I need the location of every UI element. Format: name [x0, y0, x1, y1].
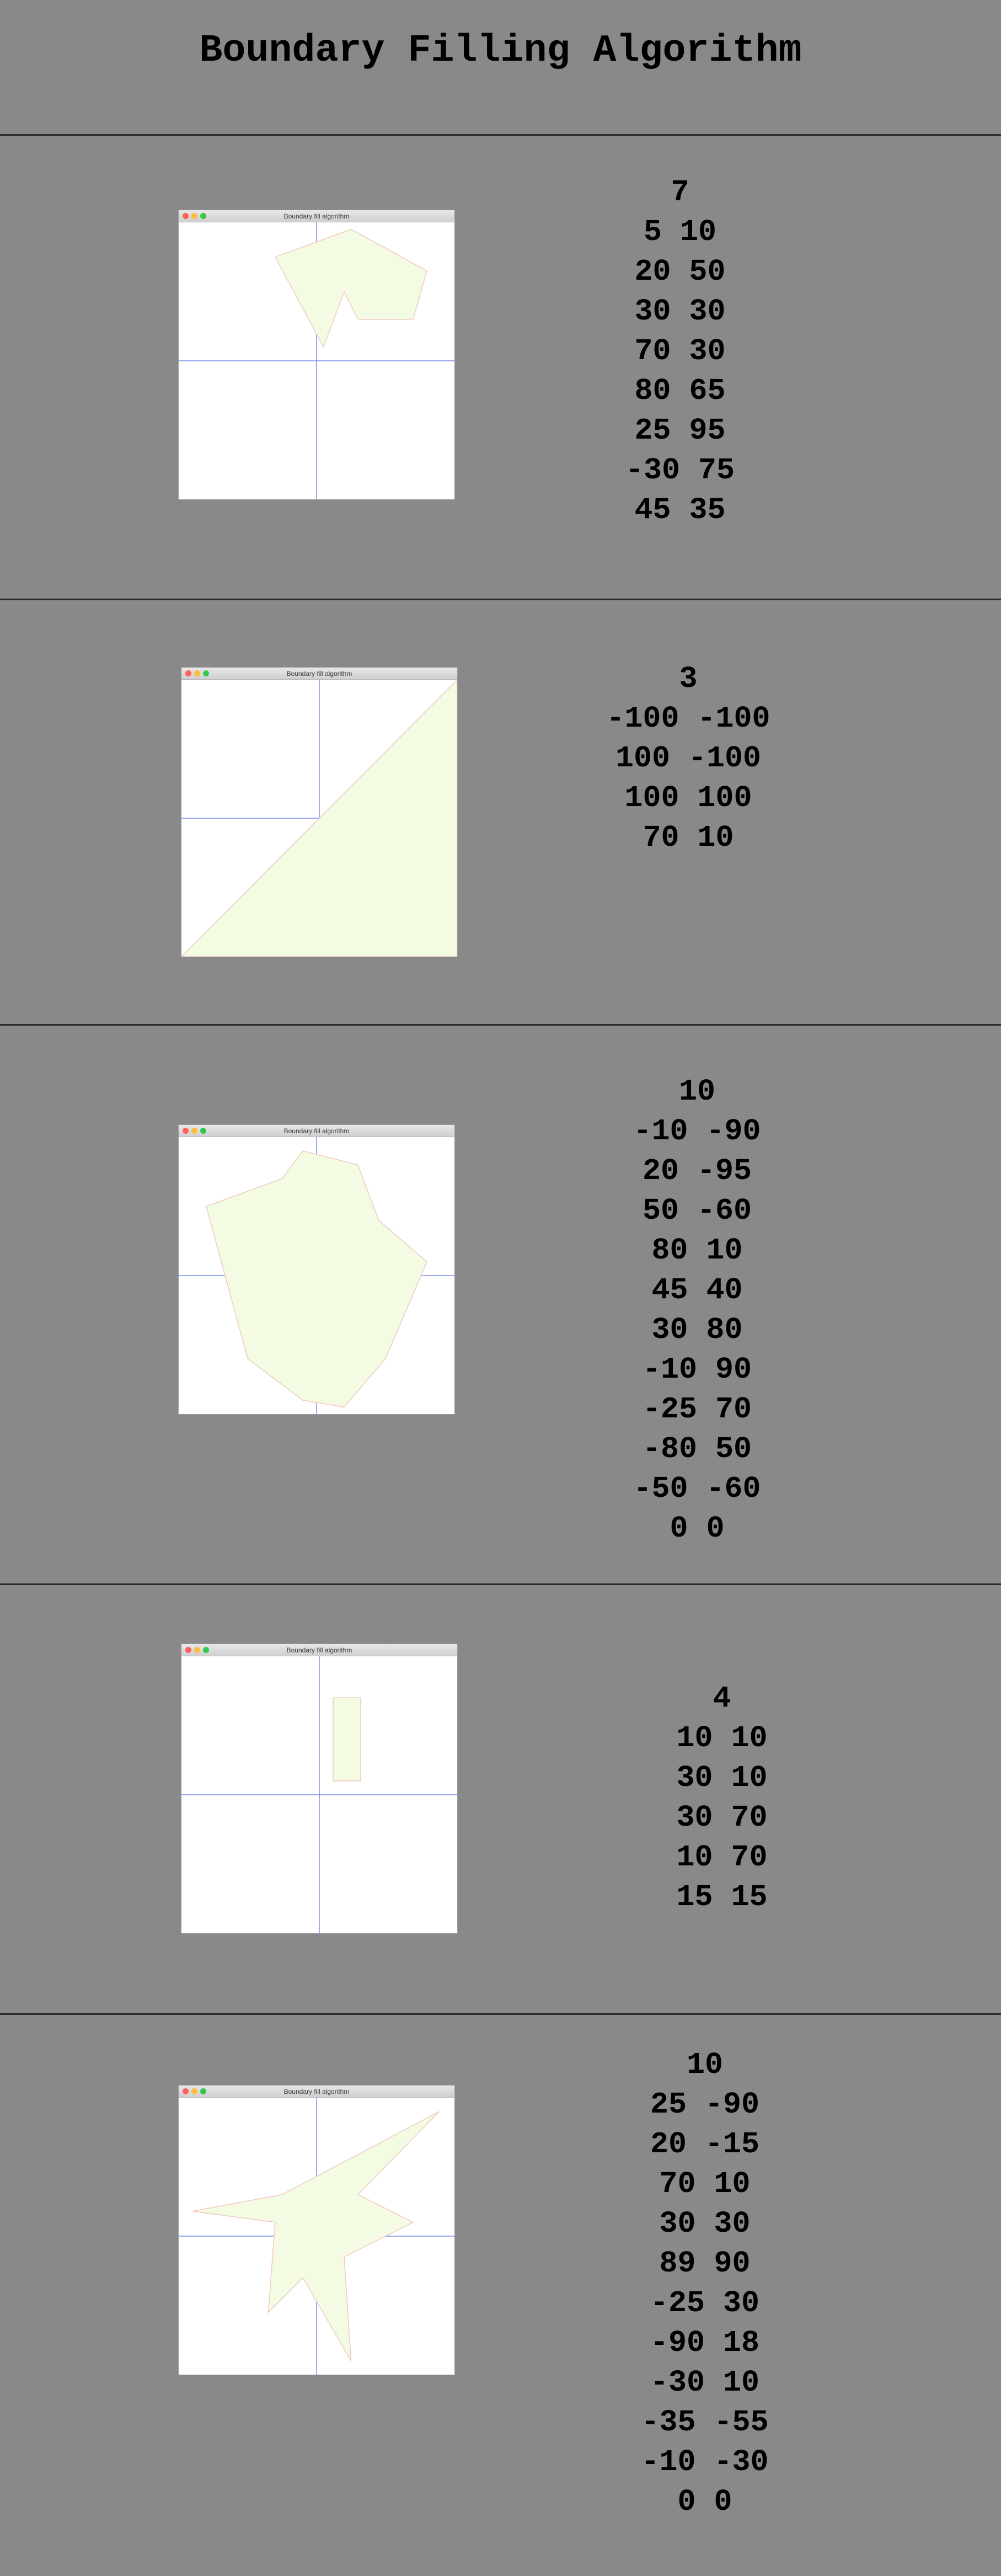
vertex-coord: -25 30: [650, 2286, 760, 2321]
vertex-coord: 25 95: [634, 413, 726, 448]
vertex-coord: -10 90: [642, 1352, 752, 1387]
section-divider: [0, 2013, 1001, 2015]
vertex-coord: 100 -100: [615, 741, 762, 776]
section-divider: [0, 1583, 1001, 1585]
filled-polygon: [333, 1697, 361, 1782]
example-window-5[interactable]: Boundary fill algorithm: [179, 2086, 454, 2375]
seed-point: 0 0: [670, 1511, 725, 1546]
vertex-coord: -80 50: [642, 1432, 752, 1466]
window-title: Boundary fill algorithm: [286, 1646, 352, 1654]
vertex-coord: -90 18: [650, 2326, 760, 2360]
example-window-2[interactable]: Boundary fill algorithm: [181, 668, 457, 957]
vertex-coord: 20 50: [634, 254, 726, 289]
input-values-2: 3 -100 -100 100 -100 100 100 70 10: [556, 659, 821, 858]
vertex-coord: -30 10: [650, 2365, 760, 2400]
vertex-coord: -25 70: [642, 1392, 752, 1427]
vertex-count: 10: [678, 1074, 715, 1109]
seed-point: 45 35: [634, 493, 726, 527]
example-window-1[interactable]: Boundary fill algorithm: [179, 210, 454, 499]
vertex-coord: 45 40: [651, 1273, 743, 1308]
window-title: Boundary fill algorithm: [283, 212, 350, 220]
seed-point: 70 10: [643, 820, 734, 855]
vertex-coord: 10 10: [676, 1721, 768, 1756]
window-title: Boundary fill algorithm: [283, 1127, 350, 1135]
window-title: Boundary fill algorithm: [283, 2088, 350, 2095]
vertex-coord: 30 70: [676, 1800, 768, 1835]
drawing-canvas: [181, 1656, 457, 1933]
filled-polygon: [274, 228, 427, 348]
window-titlebar[interactable]: Boundary fill algorithm: [181, 668, 457, 680]
vertex-count: 10: [686, 2047, 723, 2082]
vertex-coord: 20 -95: [642, 1154, 752, 1188]
vertex-coord: -35 -55: [641, 2405, 769, 2440]
vertex-coord: 50 -60: [642, 1193, 752, 1228]
vertex-coord: -10 -90: [633, 1114, 761, 1149]
vertex-coord: 70 10: [659, 2167, 751, 2201]
vertex-count: 4: [713, 1681, 731, 1716]
drawing-canvas: [179, 1137, 454, 1414]
section-divider: [0, 599, 1001, 600]
vertex-coord: 80 10: [651, 1233, 743, 1268]
example-window-3[interactable]: Boundary fill algorithm: [179, 1125, 454, 1414]
window-titlebar[interactable]: Boundary fill algorithm: [179, 2086, 454, 2098]
vertex-count: 7: [671, 175, 689, 210]
vertex-coord: 70 30: [634, 334, 726, 369]
section-divider: [0, 134, 1001, 136]
window-titlebar[interactable]: Boundary fill algorithm: [179, 210, 454, 222]
vertex-coord: 30 10: [676, 1761, 768, 1795]
window-title: Boundary fill algorithm: [286, 670, 352, 678]
vertex-coord: 10 70: [676, 1840, 768, 1875]
input-values-4: 4 10 10 30 10 30 70 10 70 15 15: [590, 1679, 854, 1917]
seed-point: 0 0: [677, 2484, 732, 2519]
vertex-coord: 89 90: [659, 2246, 751, 2281]
section-divider: [0, 1024, 1001, 1026]
vertex-coord: 30 30: [659, 2206, 751, 2241]
vertex-count: 3: [679, 662, 698, 696]
vertex-coord: 80 65: [634, 374, 726, 408]
vertex-coord: 20 -15: [650, 2127, 760, 2162]
window-titlebar[interactable]: Boundary fill algorithm: [179, 1125, 454, 1137]
window-titlebar[interactable]: Boundary fill algorithm: [181, 1644, 457, 1656]
vertex-coord: -50 -60: [633, 1471, 761, 1506]
vertex-coord: 30 80: [651, 1313, 743, 1347]
vertex-coord: 30 30: [634, 294, 726, 329]
filled-polygon: [206, 1150, 427, 1408]
vertex-coord: -30 75: [625, 453, 735, 488]
input-values-5: 10 25 -90 20 -15 70 10 30 30 89 90 -25 3…: [572, 2045, 837, 2522]
vertex-coord: -100 -100: [606, 701, 770, 736]
input-values-3: 10 -10 -90 20 -95 50 -60 80 10 45 40 30 …: [565, 1072, 829, 1549]
seed-point: 15 15: [676, 1880, 768, 1914]
vertex-coord: 25 -90: [650, 2087, 760, 2122]
drawing-canvas: [179, 222, 454, 499]
drawing-canvas: [179, 2098, 454, 2375]
input-values-1: 7 5 10 20 50 30 30 70 30 80 65 25 95 -30…: [548, 173, 812, 530]
page-title: Boundary Filling Algorithm: [199, 29, 802, 73]
vertex-coord: 100 100: [624, 781, 752, 815]
example-window-4[interactable]: Boundary fill algorithm: [181, 1644, 457, 1933]
drawing-canvas: [181, 680, 457, 957]
vertex-coord: 5 10: [643, 215, 717, 249]
vertex-coord: -10 -30: [641, 2445, 769, 2479]
